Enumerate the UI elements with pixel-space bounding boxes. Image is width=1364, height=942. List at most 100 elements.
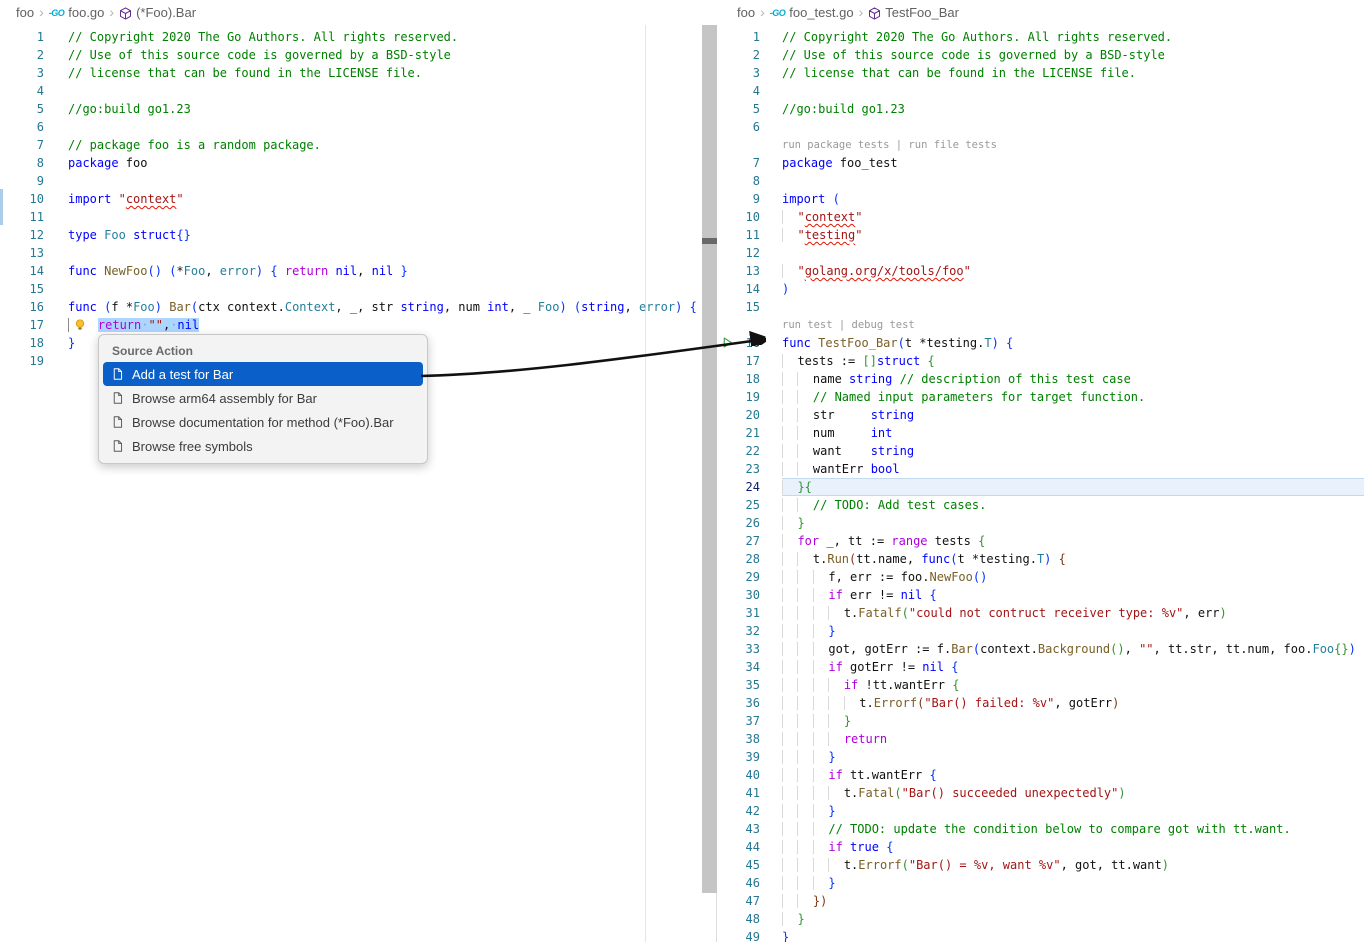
code-line[interactable]: 40 if tt.wantErr { (718, 766, 1364, 784)
line-number[interactable]: 17 (718, 352, 760, 370)
code-line[interactable]: 25 // TODO: Add test cases. (718, 496, 1364, 514)
code-line[interactable]: 17 return·"",·nil (0, 316, 702, 334)
code-line[interactable]: 10 import "context" (0, 190, 702, 208)
code-line[interactable]: 28 t.Run(tt.name, func(t *testing.T) { (718, 550, 1364, 568)
code-text[interactable]: // TODO: update the condition below to c… (782, 820, 1364, 838)
line-number[interactable]: 6 (718, 118, 760, 136)
code-text[interactable] (782, 298, 1364, 316)
code-text[interactable]: want string (782, 442, 1364, 460)
line-number[interactable]: 9 (718, 190, 760, 208)
code-text[interactable] (68, 82, 702, 100)
code-line[interactable]: 27 for _, tt := range tests { (718, 532, 1364, 550)
code-text[interactable]: } (782, 748, 1364, 766)
code-text[interactable] (68, 118, 702, 136)
code-text[interactable]: } (782, 910, 1364, 928)
line-number[interactable]: 28 (718, 550, 760, 568)
codelens[interactable]: run test | debug test (718, 316, 1364, 334)
code-line[interactable]: 39 } (718, 748, 1364, 766)
line-number[interactable]: 29 (718, 568, 760, 586)
line-number[interactable]: 5 (718, 100, 760, 118)
line-number[interactable]: 16 (0, 298, 44, 316)
code-line[interactable]: 4 (718, 82, 1364, 100)
code-line[interactable]: 38 return (718, 730, 1364, 748)
code-editor-right[interactable]: 1 // Copyright 2020 The Go Authors. All r… (718, 25, 1364, 942)
scrollbar-track[interactable] (702, 25, 717, 893)
breadcrumb-file[interactable]: foo_test.go (789, 5, 853, 20)
code-line[interactable]: 24 }{ (718, 478, 1364, 496)
line-number[interactable]: 41 (718, 784, 760, 802)
code-text[interactable]: return (782, 730, 1364, 748)
line-number[interactable]: 39 (718, 748, 760, 766)
line-number[interactable]: 34 (718, 658, 760, 676)
line-number[interactable]: 33 (718, 640, 760, 658)
code-text[interactable]: // Named input parameters for target fun… (782, 388, 1364, 406)
line-number[interactable]: 10 (0, 190, 44, 208)
line-number[interactable]: 31 (718, 604, 760, 622)
code-text[interactable]: } (782, 712, 1364, 730)
line-number[interactable]: 15 (0, 280, 44, 298)
code-text[interactable]: t.Run(tt.name, func(t *testing.T) { (782, 550, 1364, 568)
code-line[interactable]: 14func NewFoo() (*Foo, error) { return n… (0, 262, 702, 280)
code-line[interactable]: 22 want string (718, 442, 1364, 460)
code-text[interactable]: import "context" (68, 190, 702, 208)
code-text[interactable] (68, 244, 702, 262)
line-number[interactable]: 9 (0, 172, 44, 190)
line-number[interactable]: 1 (0, 28, 44, 46)
line-number[interactable]: 6 (0, 118, 44, 136)
code-line[interactable]: 2// Use of this source code is governed … (0, 46, 702, 64)
code-line[interactable]: 2// Use of this source code is governed … (718, 46, 1364, 64)
code-line[interactable]: 10 "context" (718, 208, 1364, 226)
line-number[interactable]: 35 (718, 676, 760, 694)
code-text[interactable]: ) (782, 280, 1364, 298)
code-line[interactable]: 9import ( (718, 190, 1364, 208)
code-line[interactable]: 21 num int (718, 424, 1364, 442)
code-line[interactable]: 5//go:build go1.23 (718, 100, 1364, 118)
code-line[interactable]: 23 wantErr bool (718, 460, 1364, 478)
code-line[interactable]: 11 (0, 208, 702, 226)
line-number[interactable]: 45 (718, 856, 760, 874)
code-line[interactable]: 12type Foo struct{} (0, 226, 702, 244)
code-line[interactable]: 32 } (718, 622, 1364, 640)
line-number[interactable]: 18 (0, 334, 44, 352)
line-number[interactable]: 1 (718, 28, 760, 46)
code-line[interactable]: 47 }) (718, 892, 1364, 910)
code-text[interactable]: for _, tt := range tests { (782, 532, 1364, 550)
menu-item-3[interactable]: Browse free symbols (103, 434, 423, 458)
code-text[interactable]: } (782, 622, 1364, 640)
code-text[interactable]: // Use of this source code is governed b… (68, 46, 702, 64)
line-number[interactable]: 2 (718, 46, 760, 64)
code-text[interactable]: // Copyright 2020 The Go Authors. All ri… (782, 28, 1364, 46)
code-line[interactable]: 9 (0, 172, 702, 190)
code-line[interactable]: 13 "golang.org/x/tools/foo" (718, 262, 1364, 280)
code-line[interactable]: 41 t.Fatal("Bar() succeeded unexpectedly… (718, 784, 1364, 802)
line-number[interactable]: 44 (718, 838, 760, 856)
code-text[interactable]: }) (782, 892, 1364, 910)
line-number[interactable]: 15 (718, 298, 760, 316)
code-text[interactable]: t.Fatal("Bar() succeeded unexpectedly") (782, 784, 1364, 802)
code-line[interactable]: 7package foo_test (718, 154, 1364, 172)
code-text[interactable] (782, 118, 1364, 136)
code-line[interactable]: 1 // Copyright 2020 The Go Authors. All r… (718, 28, 1364, 46)
code-line[interactable]: 17 tests := []struct { (718, 352, 1364, 370)
code-line[interactable]: 3// license that can be found in the LIC… (718, 64, 1364, 82)
breadcrumb-left[interactable]: foo › ‑GO foo.go › (*Foo).Bar (0, 0, 702, 25)
code-line[interactable]: 46 } (718, 874, 1364, 892)
code-text[interactable]: if !tt.wantErr { (782, 676, 1364, 694)
line-number[interactable]: 43 (718, 820, 760, 838)
line-number[interactable]: 26 (718, 514, 760, 532)
code-text[interactable]: str string (782, 406, 1364, 424)
code-text[interactable] (782, 172, 1364, 190)
code-text[interactable] (68, 208, 702, 226)
code-line[interactable]: 34 if gotErr != nil { (718, 658, 1364, 676)
code-line[interactable]: 20 str string (718, 406, 1364, 424)
code-line[interactable]: 16func (f *Foo) Bar(ctx context.Context,… (0, 298, 702, 316)
code-line[interactable]: 45 t.Errorf("Bar() = %v, want %v", got, … (718, 856, 1364, 874)
code-line[interactable]: 18 name string // description of this te… (718, 370, 1364, 388)
line-number[interactable]: 21 (718, 424, 760, 442)
code-line[interactable]: 43 // TODO: update the condition below t… (718, 820, 1364, 838)
code-text[interactable]: // license that can be found in the LICE… (782, 64, 1364, 82)
line-number[interactable]: 13 (718, 262, 760, 280)
code-line[interactable]: 19 // Named input parameters for target … (718, 388, 1364, 406)
code-text[interactable] (782, 244, 1364, 262)
line-number[interactable]: 47 (718, 892, 760, 910)
